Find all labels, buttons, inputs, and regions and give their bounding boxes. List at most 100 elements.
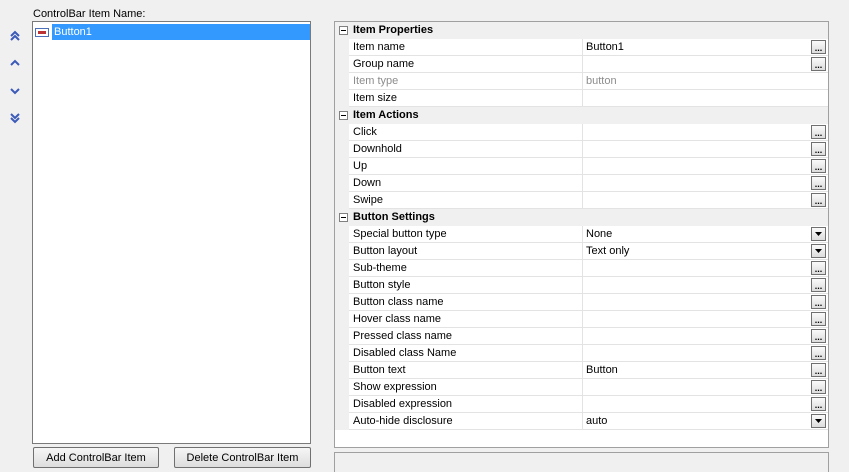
list-item[interactable]: Button1 <box>34 24 310 40</box>
row-gutter <box>335 243 349 260</box>
category-label: Button Settings <box>353 211 435 223</box>
property-value[interactable]: ... <box>583 260 828 277</box>
ellipsis-button[interactable]: ... <box>811 159 826 173</box>
property-value[interactable]: ... <box>583 192 828 209</box>
ellipsis-button[interactable]: ... <box>811 142 826 156</box>
move-bottom-icon <box>10 113 20 124</box>
property-value[interactable]: None <box>583 226 828 243</box>
category-label: Item Actions <box>353 109 419 121</box>
property-row-down[interactable]: Down... <box>335 175 828 192</box>
property-row-group-name[interactable]: Group name... <box>335 56 828 73</box>
dropdown-button[interactable] <box>811 244 826 258</box>
property-value[interactable]: ... <box>583 328 828 345</box>
category-item-properties[interactable]: Item Properties <box>335 22 828 39</box>
property-row-show-expression[interactable]: Show expression... <box>335 379 828 396</box>
property-row-button-text[interactable]: Button text Button... <box>335 362 828 379</box>
property-name: Swipe <box>349 192 583 209</box>
property-value[interactable]: ... <box>583 379 828 396</box>
property-row-auto-hide-disclosure[interactable]: Auto-hide disclosure auto <box>335 413 828 430</box>
property-name: Item size <box>349 90 583 107</box>
property-value[interactable]: Text only <box>583 243 828 260</box>
property-value[interactable]: Button... <box>583 362 828 379</box>
property-value[interactable]: ... <box>583 158 828 175</box>
ellipsis-button[interactable]: ... <box>811 261 826 275</box>
row-gutter <box>335 277 349 294</box>
row-gutter <box>335 124 349 141</box>
property-row-downhold[interactable]: Downhold... <box>335 141 828 158</box>
collapse-icon[interactable] <box>339 213 348 222</box>
property-name: Button layout <box>349 243 583 260</box>
property-value[interactable] <box>583 90 828 107</box>
property-row-disabled-expression[interactable]: Disabled expression... <box>335 396 828 413</box>
controlbar-item-list[interactable]: Button1 <box>32 21 311 444</box>
move-up-button[interactable] <box>6 55 24 71</box>
property-name: Button style <box>349 277 583 294</box>
move-down-button[interactable] <box>6 83 24 99</box>
property-value[interactable]: ... <box>583 175 828 192</box>
ellipsis-button[interactable]: ... <box>811 40 826 54</box>
property-row-disabled-class-name[interactable]: Disabled class Name... <box>335 345 828 362</box>
chevron-down-icon <box>815 419 822 423</box>
property-name: Click <box>349 124 583 141</box>
property-row-pressed-class-name[interactable]: Pressed class name... <box>335 328 828 345</box>
dropdown-button[interactable] <box>811 414 826 428</box>
ellipsis-button[interactable]: ... <box>811 363 826 377</box>
property-grid[interactable]: Item Properties Item name Button1... Group … <box>334 21 829 448</box>
property-value[interactable]: ... <box>583 396 828 413</box>
property-value[interactable]: ... <box>583 124 828 141</box>
row-gutter <box>335 192 349 209</box>
property-name: Downhold <box>349 141 583 158</box>
property-name: Disabled expression <box>349 396 583 413</box>
property-row-hover-class-name[interactable]: Hover class name... <box>335 311 828 328</box>
property-row-item-size[interactable]: Item size <box>335 90 828 107</box>
property-row-sub-theme[interactable]: Sub-theme... <box>335 260 828 277</box>
property-row-up[interactable]: Up... <box>335 158 828 175</box>
property-row-swipe[interactable]: Swipe... <box>335 192 828 209</box>
property-value[interactable]: ... <box>583 56 828 73</box>
category-button-settings[interactable]: Button Settings <box>335 209 828 226</box>
property-value[interactable]: ... <box>583 294 828 311</box>
property-row-button-layout[interactable]: Button layout Text only <box>335 243 828 260</box>
move-to-bottom-button[interactable] <box>6 110 24 126</box>
property-value[interactable]: Button1... <box>583 39 828 56</box>
add-controlbar-item-button[interactable]: Add ControlBar Item <box>33 447 159 468</box>
property-row-special-button-type[interactable]: Special button type None <box>335 226 828 243</box>
dropdown-button[interactable] <box>811 227 826 241</box>
ellipsis-button[interactable]: ... <box>811 125 826 139</box>
row-gutter <box>335 226 349 243</box>
ellipsis-button[interactable]: ... <box>811 380 826 394</box>
list-item-label: Button1 <box>52 24 310 40</box>
property-value[interactable]: ... <box>583 345 828 362</box>
row-gutter <box>335 294 349 311</box>
property-value[interactable]: ... <box>583 141 828 158</box>
property-row-item-name[interactable]: Item name Button1... <box>335 39 828 56</box>
delete-controlbar-item-button[interactable]: Delete ControlBar Item <box>174 447 311 468</box>
property-value[interactable]: ... <box>583 311 828 328</box>
ellipsis-button[interactable]: ... <box>811 57 826 71</box>
property-value[interactable]: auto <box>583 413 828 430</box>
row-gutter <box>335 73 349 90</box>
collapse-icon[interactable] <box>339 26 348 35</box>
property-row-button-style[interactable]: Button style... <box>335 277 828 294</box>
ellipsis-button[interactable]: ... <box>811 346 826 360</box>
property-row-button-class-name[interactable]: Button class name... <box>335 294 828 311</box>
move-top-icon <box>10 30 20 41</box>
category-item-actions[interactable]: Item Actions <box>335 107 828 124</box>
ellipsis-button[interactable]: ... <box>811 193 826 207</box>
ellipsis-button[interactable]: ... <box>811 397 826 411</box>
collapse-icon[interactable] <box>339 111 348 120</box>
ellipsis-button[interactable]: ... <box>811 312 826 326</box>
ellipsis-button[interactable]: ... <box>811 176 826 190</box>
row-gutter <box>335 141 349 158</box>
ellipsis-button[interactable]: ... <box>811 278 826 292</box>
ellipsis-button[interactable]: ... <box>811 295 826 309</box>
property-row-click[interactable]: Click... <box>335 124 828 141</box>
move-to-top-button[interactable] <box>6 28 24 44</box>
row-gutter <box>335 260 349 277</box>
property-name: Item name <box>349 39 583 56</box>
property-name: Hover class name <box>349 311 583 328</box>
property-name: Pressed class name <box>349 328 583 345</box>
ellipsis-button[interactable]: ... <box>811 329 826 343</box>
property-value[interactable]: ... <box>583 277 828 294</box>
row-gutter <box>335 413 349 430</box>
